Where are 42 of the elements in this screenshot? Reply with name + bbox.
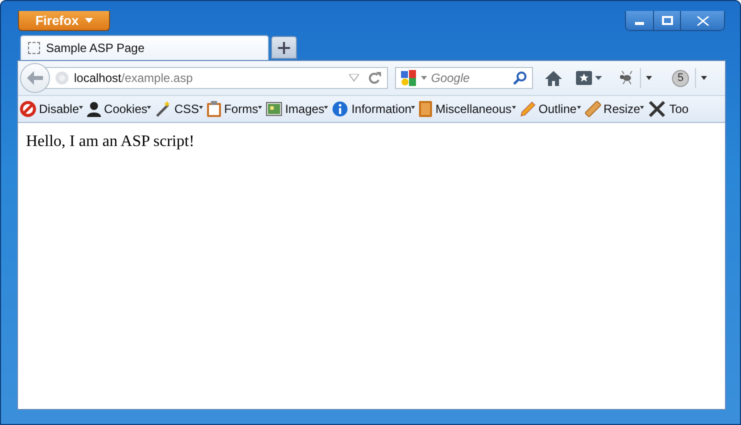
toolbar-menu-button[interactable]: Information: [332, 101, 416, 117]
counter-badge[interactable]: 5: [672, 70, 689, 86]
toolbar-menu-button[interactable]: Miscellaneous: [419, 101, 516, 117]
toolbar-menu-button[interactable]: CSS: [155, 101, 204, 117]
dropdown-icon[interactable]: [701, 76, 707, 80]
picture-icon: [266, 102, 282, 116]
bookmarks-star-icon[interactable]: [576, 71, 604, 85]
blank-page-icon: [28, 42, 40, 54]
toolbar-menu-button[interactable]: Too: [648, 100, 689, 118]
dropdown-icon[interactable]: [646, 76, 652, 80]
clipboard-icon: [207, 101, 222, 117]
minimize-button[interactable]: [626, 11, 653, 30]
info-icon: [332, 101, 348, 117]
tab-title: Sample ASP Page: [46, 41, 145, 55]
close-icon: [696, 16, 708, 26]
browser-tab[interactable]: Sample ASP Page: [20, 35, 269, 60]
close-button[interactable]: [680, 11, 724, 30]
toolbar-menu-button[interactable]: Images: [266, 102, 328, 116]
maximize-button[interactable]: [653, 11, 680, 30]
new-tab-button[interactable]: [271, 36, 297, 59]
reload-icon[interactable]: [368, 72, 381, 84]
search-engine-icon: [401, 70, 417, 86]
pencil-icon: [520, 101, 536, 117]
ruler-icon: [584, 101, 601, 117]
search-input[interactable]: Google: [431, 71, 509, 85]
search-bar[interactable]: Google: [395, 67, 533, 89]
toolbar-menu-button[interactable]: Disable: [20, 101, 84, 117]
search-icon[interactable]: [513, 71, 527, 85]
bug-icon[interactable]: [618, 71, 634, 85]
toolbar-menu-button[interactable]: Cookies: [87, 101, 152, 117]
toolbar-menu-button[interactable]: Resize: [584, 101, 644, 117]
magic-wand-icon: [155, 101, 172, 117]
page-text: Hello, I am an ASP script!: [26, 133, 196, 151]
back-arrow-icon: [27, 71, 43, 85]
prohibition-icon: [20, 101, 36, 117]
back-button[interactable]: [20, 63, 50, 93]
home-icon[interactable]: [545, 70, 562, 86]
toolbar-menu-button[interactable]: Outline: [520, 101, 581, 117]
book-icon: [419, 101, 432, 117]
toolbar-menu-button[interactable]: Forms: [207, 101, 262, 117]
person-icon: [87, 101, 102, 117]
plus-icon: [278, 42, 290, 54]
